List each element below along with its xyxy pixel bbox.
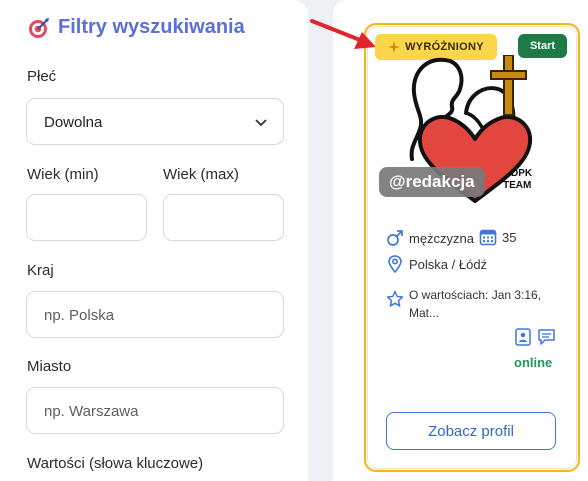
red-arrow (310, 19, 376, 49)
country-placeholder: np. Polska (44, 307, 115, 324)
country-label: Kraj (27, 262, 54, 279)
age-min-label: Wiek (min) (27, 166, 99, 183)
id-card-icon (515, 328, 531, 346)
filters-header: Filtry wyszukiwania (28, 16, 245, 39)
logo-text-team: TEAM (503, 180, 532, 191)
start-badge-label: Start (529, 40, 556, 52)
male-icon (387, 230, 403, 246)
location-value: Polska / Łódź (409, 256, 488, 272)
keywords-label: Wartości (słowa kluczowe) (27, 455, 204, 472)
profile-handle: @redakcja (389, 172, 475, 191)
age-row: 35 (479, 228, 516, 246)
country-input[interactable]: np. Polska (26, 291, 284, 338)
chevron-down-icon (255, 119, 267, 127)
location-row: Polska / Łódź (386, 255, 487, 273)
about-row (386, 290, 404, 308)
logo-team-text: DPK TEAM (503, 168, 532, 192)
calendar-icon (479, 229, 497, 246)
handle-badge: @redakcja (379, 167, 485, 197)
gender-value: mężczyzna (409, 230, 475, 246)
age-max-label: Wiek (max) (163, 166, 239, 183)
target-icon (28, 17, 50, 39)
gender-select-value: Dowolna (44, 114, 103, 131)
about-values-text: O wartościach: Jan 3:16, Mat... (409, 288, 542, 320)
city-label: Miasto (27, 358, 72, 375)
age-max-input[interactable] (163, 194, 284, 241)
age-min-input[interactable] (26, 194, 147, 241)
city-placeholder: np. Warszawa (44, 403, 139, 420)
gender-row: mężczyzna (386, 229, 474, 247)
location-pin-icon (388, 255, 402, 273)
online-status: online (514, 355, 553, 370)
gender-label: Płeć (27, 68, 57, 85)
featured-badge-label: WYRÓŻNIONY (405, 41, 484, 53)
star-outline-icon (386, 290, 404, 307)
city-input[interactable]: np. Warszawa (26, 387, 284, 434)
message-icon[interactable] (537, 328, 556, 346)
view-profile-button[interactable]: Zobacz profil (386, 412, 556, 450)
gender-select[interactable]: Dowolna (26, 98, 284, 145)
view-profile-label: Zobacz profil (428, 422, 514, 440)
sparkle-icon (388, 41, 401, 53)
logo-text-dpk: DPK (511, 168, 533, 179)
age-value: 35 (502, 229, 517, 245)
filters-title: Filtry wyszukiwania (58, 16, 245, 38)
